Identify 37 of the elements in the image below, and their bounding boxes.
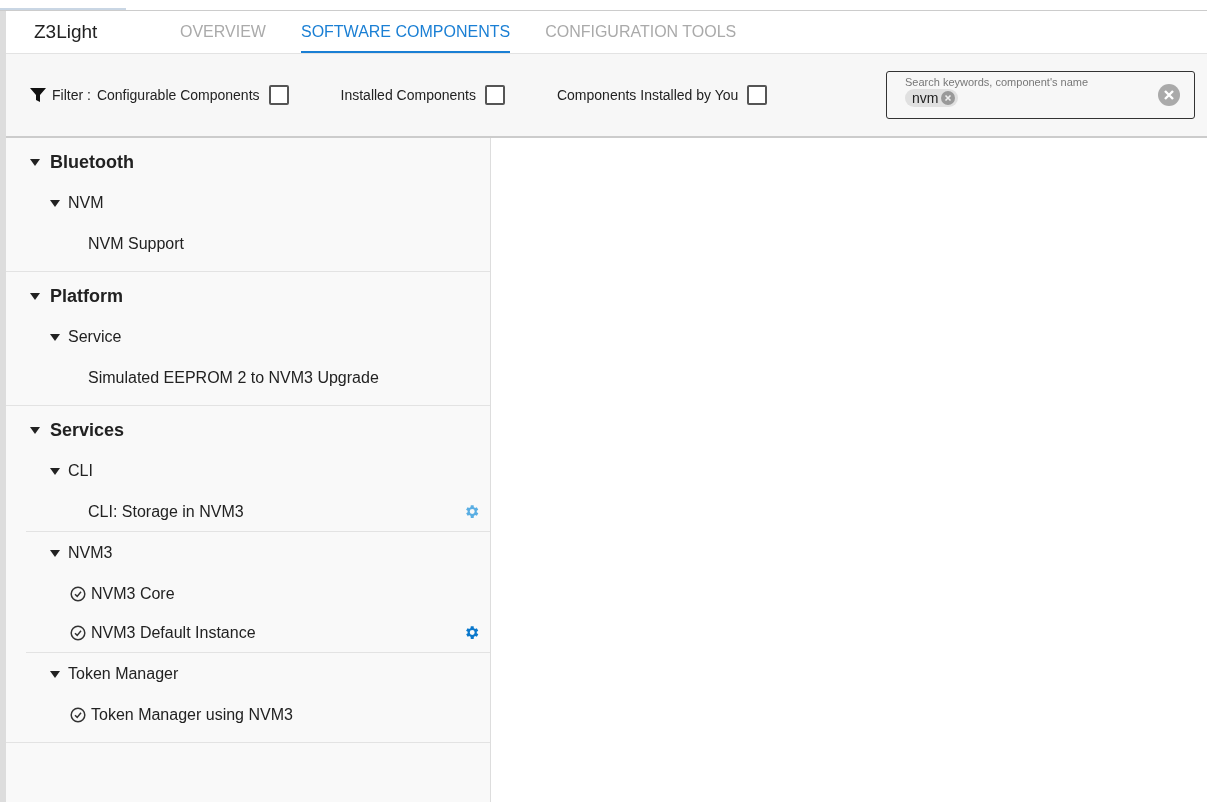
- search-chip[interactable]: nvm: [905, 89, 959, 107]
- checkbox[interactable]: [747, 85, 768, 105]
- caret-icon[interactable]: [50, 198, 60, 208]
- caret-icon[interactable]: [50, 466, 60, 476]
- checkbox[interactable]: [268, 85, 289, 105]
- category-label[interactable]: Platform: [50, 285, 123, 307]
- subcategory-label[interactable]: Token Manager: [68, 665, 179, 683]
- project-title: Z3Light: [34, 21, 99, 43]
- component-label[interactable]: Simulated EEPROM 2 to NVM3 Upgrade: [88, 368, 379, 387]
- check-circle-icon: [70, 585, 86, 602]
- component-label[interactable]: NVM3 Default Instance: [91, 623, 256, 642]
- category-label[interactable]: Services: [50, 419, 125, 441]
- caret-icon[interactable]: [50, 332, 60, 342]
- filter-option-label: Components Installed by You: [556, 87, 739, 103]
- component-label[interactable]: Token Manager using NVM3: [91, 705, 293, 724]
- filter-option-label: Configurable Components: [96, 87, 260, 103]
- gear-icon[interactable]: [463, 624, 480, 641]
- caret-icon[interactable]: [50, 669, 60, 679]
- component-label[interactable]: CLI: Storage in NVM3: [88, 502, 244, 521]
- subcategory-label[interactable]: Service: [68, 328, 122, 346]
- caret-icon[interactable]: [50, 548, 60, 558]
- caret-icon[interactable]: [30, 157, 40, 167]
- caret-icon[interactable]: [30, 291, 40, 301]
- subcategory-label[interactable]: NVM: [68, 194, 104, 212]
- component-label[interactable]: NVM3 Core: [91, 584, 175, 603]
- subcategory-label[interactable]: NVM3: [68, 544, 113, 562]
- caret-icon[interactable]: [30, 425, 40, 435]
- check-circle-icon: [70, 624, 86, 641]
- checkbox[interactable]: [484, 85, 505, 105]
- filter-icon: [30, 87, 46, 103]
- subcategory-label[interactable]: CLI: [68, 462, 93, 480]
- category-label[interactable]: Bluetooth: [50, 151, 134, 173]
- filter-label: Filter :: [52, 87, 91, 103]
- component-label[interactable]: NVM Support: [88, 234, 185, 253]
- check-circle-icon: [70, 706, 86, 723]
- filter-option-label: Installed Components: [340, 87, 476, 103]
- search-field[interactable]: Search keywords, component's name nvm: [886, 71, 1195, 119]
